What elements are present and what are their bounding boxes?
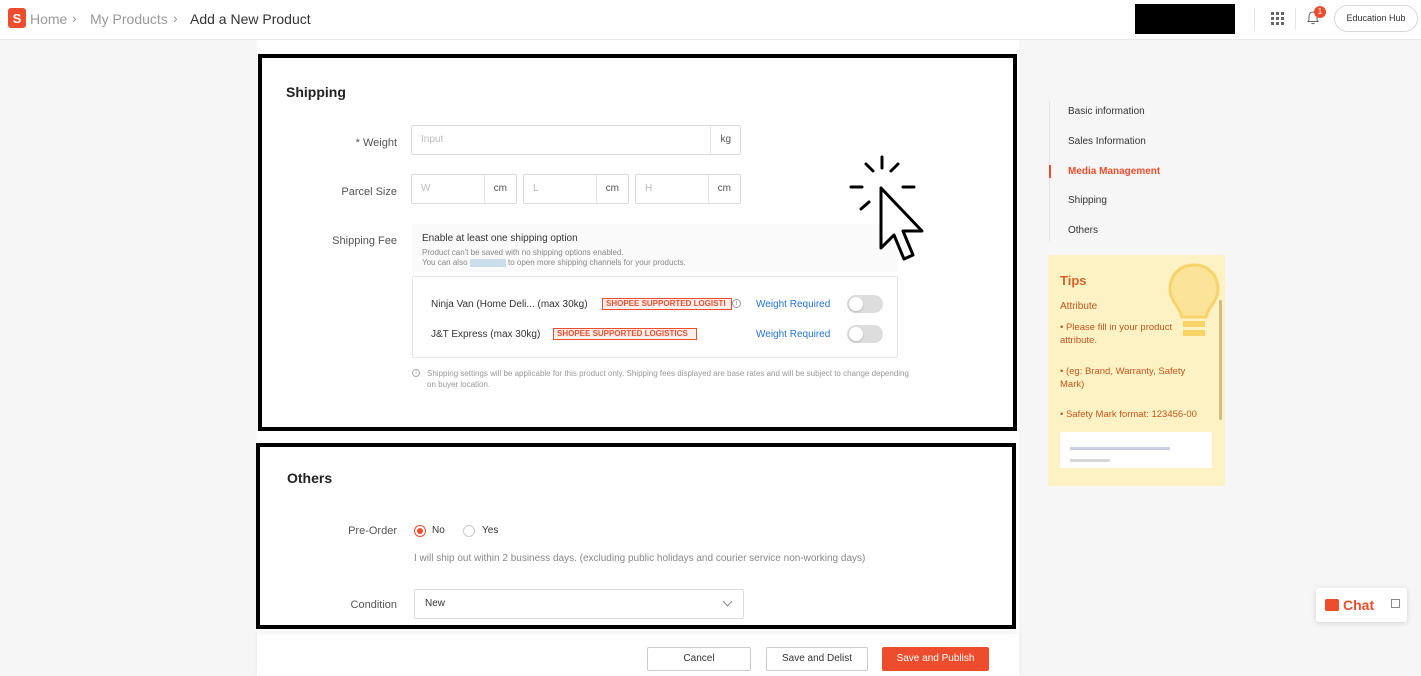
redacted-shop-name	[1135, 4, 1235, 34]
height-unit: cm	[707, 175, 740, 203]
logistics-toggle[interactable]	[847, 325, 883, 343]
logistics-list: Ninja Van (Home Deli... (max 30kg) SHOPE…	[412, 276, 898, 358]
nav-sales-information[interactable]: Sales Information	[1068, 136, 1146, 147]
notification-badge: 1	[1314, 6, 1326, 18]
chat-widget[interactable]: Chat	[1316, 588, 1407, 622]
parcel-height-input[interactable]: H cm	[635, 174, 741, 204]
pre-order-no-label[interactable]: No	[432, 525, 445, 536]
tips-item: • Please fill in your product attribute.	[1060, 322, 1173, 346]
tips-example-image	[1060, 432, 1212, 468]
divider	[1254, 8, 1255, 30]
info-icon: i	[412, 369, 420, 377]
section-title-others: Others	[287, 470, 333, 486]
breadcrumb-my-products[interactable]: My Products	[90, 11, 168, 27]
supported-logistics-tag: SHOPEE SUPPORTED LOGISTICS	[553, 328, 697, 340]
minimize-icon[interactable]	[1391, 599, 1400, 608]
education-hub-button[interactable]: Education Hub	[1334, 5, 1418, 32]
others-section: Others Pre-Order No Yes I will ship out …	[256, 443, 1016, 629]
breadcrumb-home[interactable]: Home	[30, 11, 67, 27]
logistics-name: Ninja Van (Home Deli... (max 30kg)	[431, 299, 588, 310]
nav-others[interactable]: Others	[1068, 225, 1098, 236]
pre-order-hint: I will ship out within 2 business days. …	[414, 553, 866, 564]
width-placeholder: W	[421, 183, 431, 194]
shipping-enable-sub2: You can also to open more shipping chann…	[422, 258, 686, 267]
length-placeholder: L	[533, 183, 539, 194]
chevron-right-icon: ›	[173, 10, 178, 26]
sub2-post: to open more shipping channels for your …	[508, 258, 686, 267]
save-and-publish-button[interactable]: Save and Publish	[882, 647, 989, 671]
nav-media-management[interactable]: Media Management	[1068, 166, 1160, 177]
shipping-enable-title: Enable at least one shipping option	[422, 233, 578, 244]
weight-placeholder: Input	[421, 134, 444, 145]
parcel-length-input[interactable]: L cm	[523, 174, 629, 204]
logistics-toggle[interactable]	[847, 295, 883, 313]
condition-label: Condition	[350, 599, 397, 611]
parcel-size-label: Parcel Size	[341, 186, 397, 198]
tips-title: Tips	[1060, 273, 1087, 288]
cancel-button[interactable]: Cancel	[647, 647, 751, 671]
tips-panel: Tips Attribute • Please fill in your pro…	[1048, 255, 1225, 486]
width-unit: cm	[483, 175, 516, 203]
click-pointer-icon	[849, 155, 924, 261]
weight-required-link[interactable]: Weight Required	[756, 329, 830, 340]
supported-logistics-tag: SHOPEE SUPPORTED LOGISTI	[602, 298, 732, 310]
top-bar: S Home › My Products › Add a New Product…	[0, 0, 1421, 40]
weight-unit: kg	[710, 126, 740, 154]
chat-bubble-icon	[1325, 599, 1339, 611]
nav-basic-information[interactable]: Basic information	[1068, 106, 1145, 117]
weight-label: * Weight	[355, 137, 397, 149]
divider	[1295, 8, 1296, 30]
breadcrumb-current: Add a New Product	[190, 11, 311, 27]
pre-order-label: Pre-Order	[348, 525, 397, 537]
logistics-name: J&T Express (max 30kg)	[431, 329, 541, 340]
height-placeholder: H	[645, 183, 653, 194]
shipping-fee-info: Enable at least one shipping option Prod…	[412, 224, 898, 272]
weight-required-link[interactable]: Weight Required	[756, 299, 830, 310]
pre-order-no-radio[interactable]	[414, 525, 426, 537]
sub2-pre: You can also	[422, 258, 468, 267]
shipping-enable-sub: Product can't be saved with no shipping …	[422, 248, 624, 257]
chat-label[interactable]: Chat	[1343, 597, 1374, 613]
pre-order-yes-radio[interactable]	[463, 525, 475, 537]
shipping-note-text: Shipping settings will be applicable for…	[427, 369, 909, 389]
chevron-down-icon	[722, 596, 733, 607]
action-bar: Cancel Save and Delist Save and Publish	[257, 634, 1019, 676]
shipping-note: i Shipping settings will be applicable f…	[412, 368, 912, 390]
section-title-shipping: Shipping	[286, 84, 346, 100]
tips-item: • (eg: Brand, Warranty, Safety Mark)	[1060, 366, 1186, 390]
save-and-delist-button[interactable]: Save and Delist	[766, 647, 868, 671]
shopee-logo[interactable]: S	[8, 8, 26, 28]
right-nav-active-indicator	[1049, 165, 1051, 178]
tips-item: • Safety Mark format: 123456-00	[1060, 409, 1197, 420]
pre-order-yes-label[interactable]: Yes	[482, 525, 498, 536]
condition-value: New	[425, 598, 446, 609]
tips-subtitle: Attribute	[1060, 301, 1098, 312]
apps-grid-icon[interactable]	[1271, 12, 1284, 25]
shipping-settings-link[interactable]	[469, 258, 506, 267]
length-unit: cm	[595, 175, 628, 203]
info-icon[interactable]: i	[732, 299, 741, 308]
chevron-right-icon: ›	[72, 10, 77, 26]
parcel-width-input[interactable]: W cm	[411, 174, 517, 204]
nav-shipping[interactable]: Shipping	[1068, 195, 1107, 206]
tips-scrollbar[interactable]	[1219, 300, 1222, 420]
shipping-fee-label: Shipping Fee	[332, 235, 397, 247]
condition-select[interactable]: New	[414, 589, 744, 619]
weight-input[interactable]: Input kg	[411, 125, 741, 155]
